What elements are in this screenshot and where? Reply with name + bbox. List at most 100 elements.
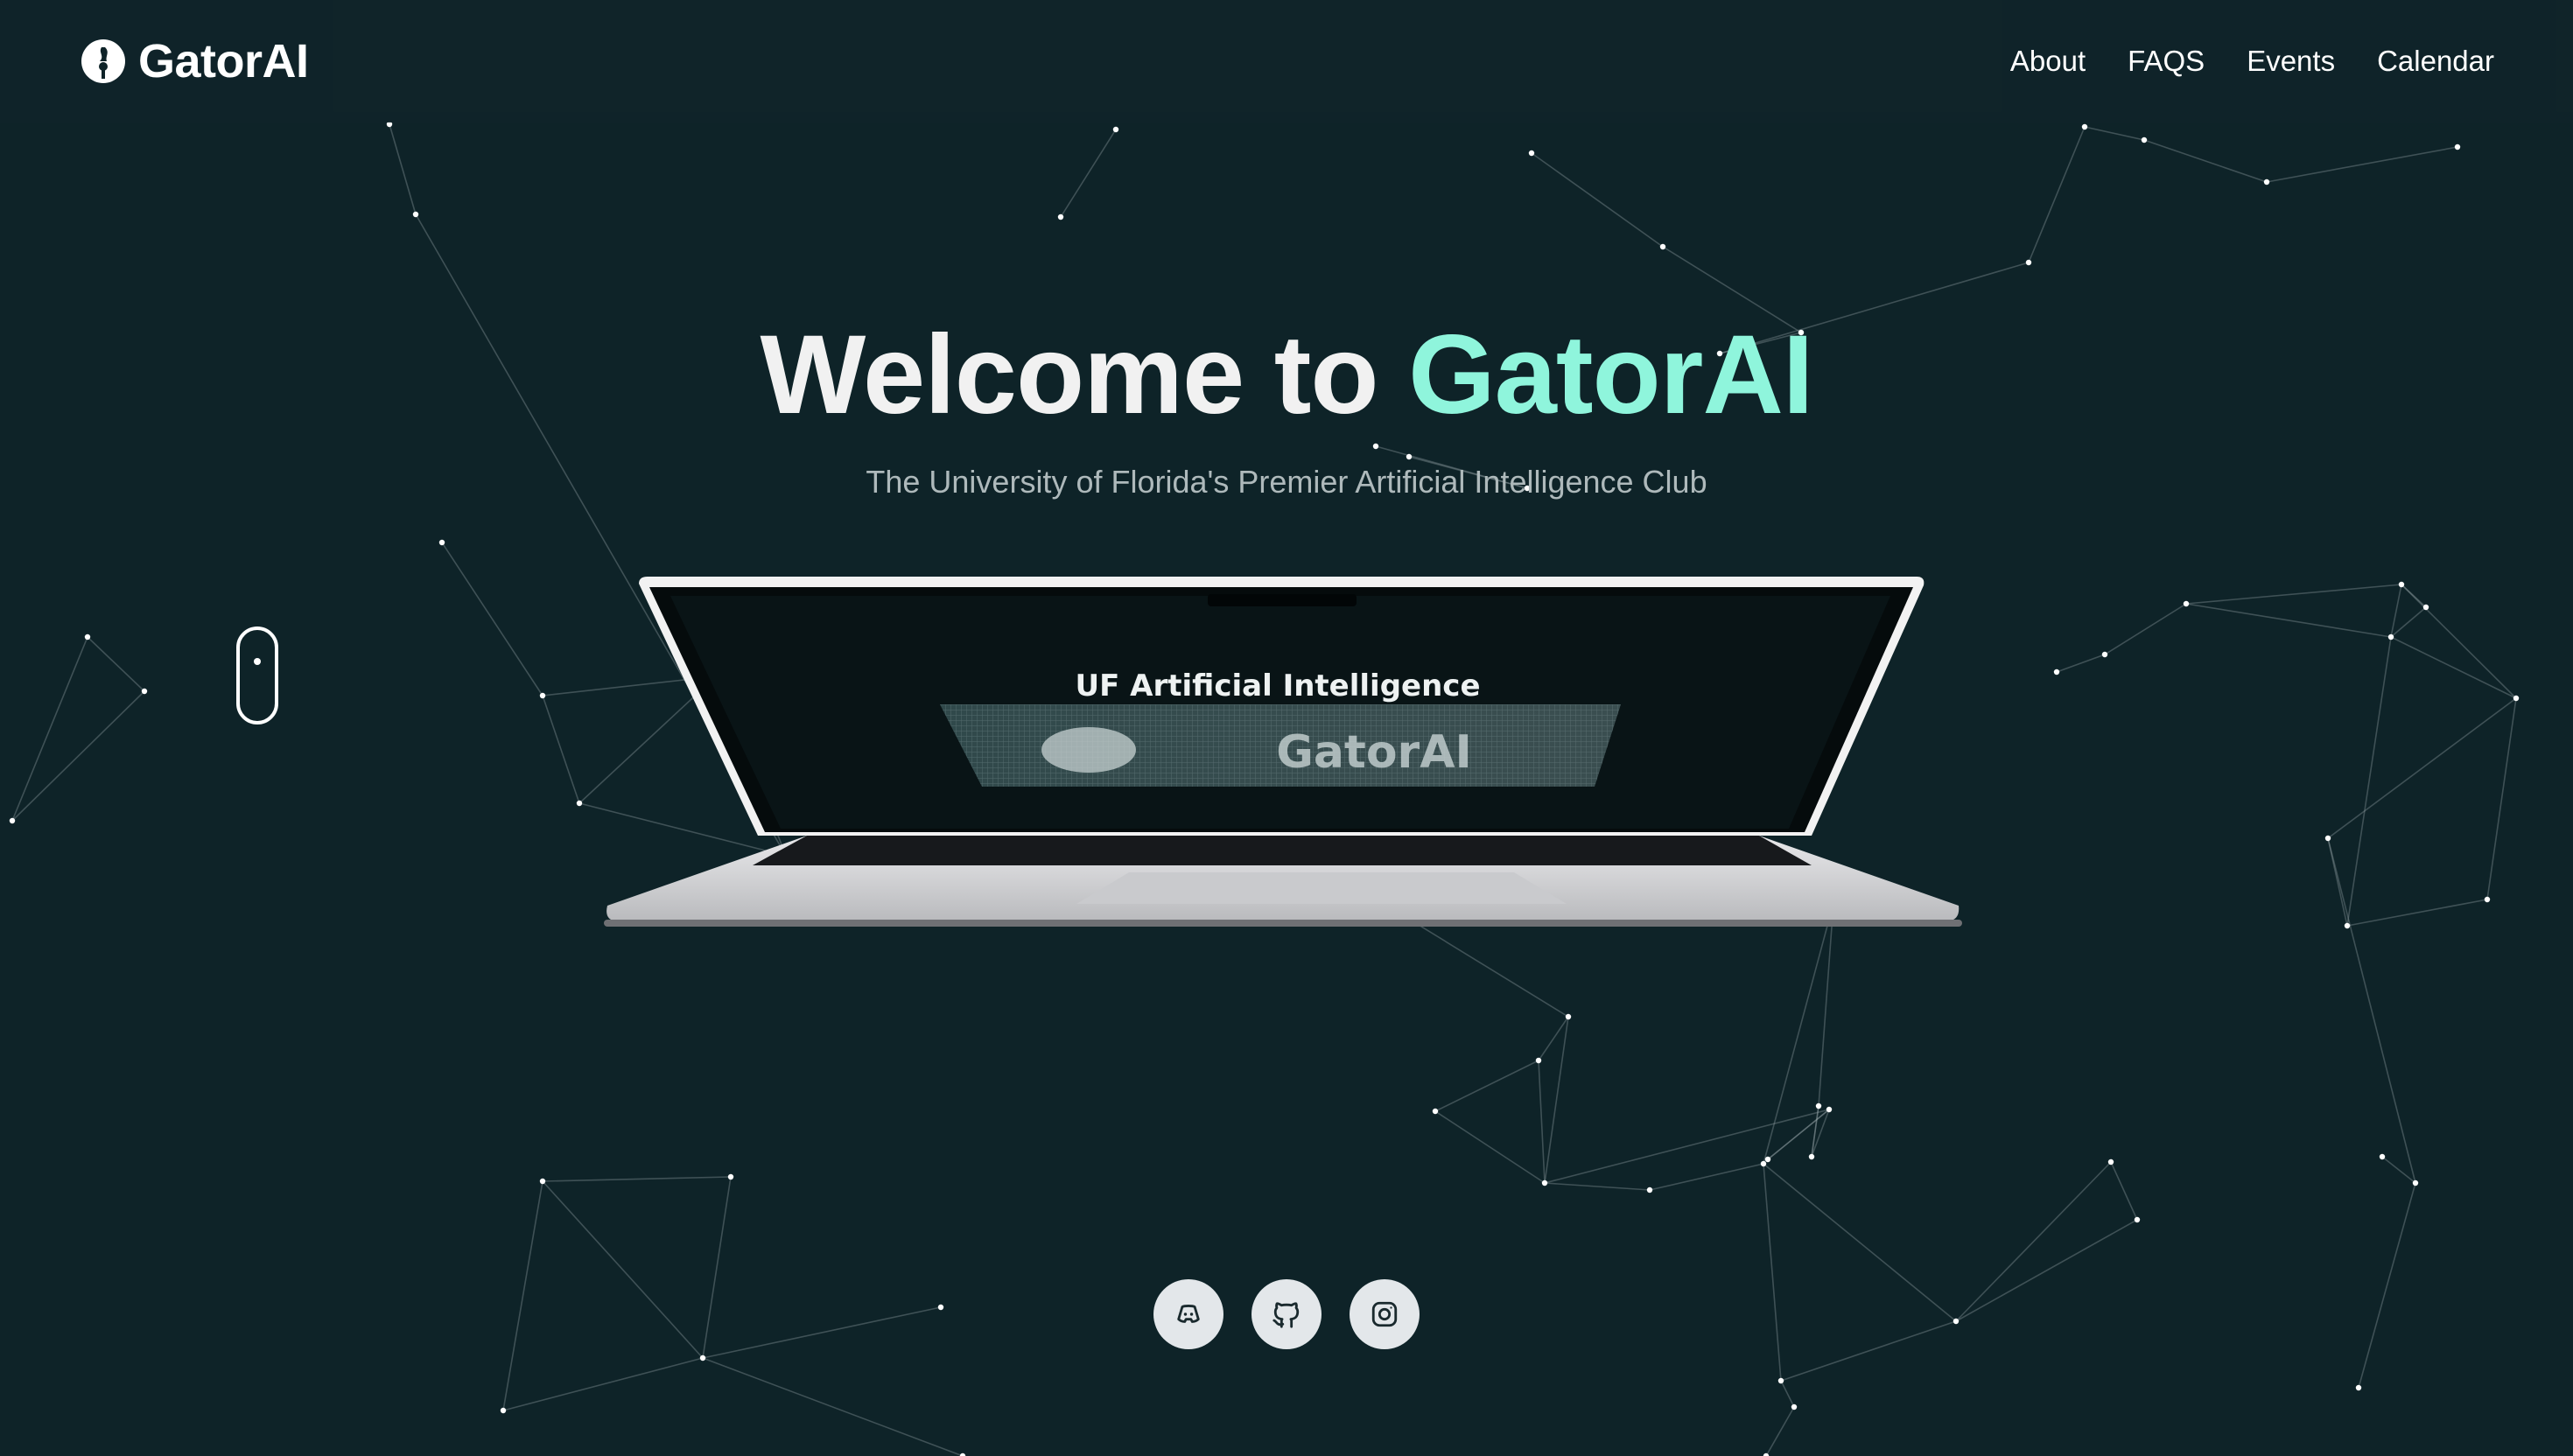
network-link	[1649, 1163, 1764, 1191]
screen-heading: UF Artificial Intelligence	[1075, 668, 1480, 704]
network-link	[1955, 1219, 2138, 1322]
network-node	[2379, 1153, 2386, 1160]
network-node	[2141, 136, 2148, 144]
network-node	[937, 1304, 944, 1311]
network-node	[2454, 144, 2461, 150]
network-node	[576, 800, 583, 807]
network-link	[2110, 1161, 2138, 1221]
network-link	[2056, 654, 2106, 673]
network-link	[702, 1176, 732, 1359]
network-link	[1538, 1060, 1546, 1184]
network-node	[500, 1407, 507, 1414]
network-node	[1777, 1377, 1784, 1384]
network-node	[2081, 123, 2088, 130]
network-node	[2053, 668, 2060, 676]
network-link	[1434, 1060, 1539, 1112]
network-node	[2183, 600, 2190, 607]
network-link	[1780, 1380, 1795, 1408]
network-link	[542, 695, 580, 804]
network-node	[539, 1178, 546, 1185]
network-link	[2390, 636, 2517, 699]
network-node	[1646, 1186, 1653, 1194]
network-node	[1808, 1153, 1815, 1160]
network-link	[2266, 146, 2458, 183]
scroll-indicator[interactable]	[236, 626, 278, 724]
laptop-notch	[1208, 594, 1357, 606]
network-link	[1538, 1016, 1569, 1061]
network-node	[1815, 1102, 1822, 1110]
nav-link-calendar[interactable]: Calendar	[2377, 45, 2494, 78]
network-link	[702, 1357, 964, 1456]
instagram-button[interactable]	[1350, 1279, 1420, 1349]
network-node	[1826, 1106, 1833, 1113]
network-link	[2084, 126, 2145, 141]
network-node	[2422, 604, 2429, 611]
network-node	[2324, 835, 2331, 842]
discord-icon	[1177, 1305, 1200, 1323]
nav-link-about[interactable]: About	[2010, 45, 2086, 78]
network-node	[1764, 1156, 1771, 1163]
network-node	[699, 1354, 706, 1362]
network-link	[1818, 902, 1834, 1107]
network-link	[2185, 584, 2402, 605]
network-node	[1565, 1013, 1572, 1020]
network-node	[539, 692, 546, 699]
hero-title: Welcome to GatorAI	[0, 311, 2573, 439]
top-navbar: GatorAI About FAQS Events Calendar	[0, 0, 2573, 122]
network-node	[2484, 896, 2491, 903]
github-button[interactable]	[1251, 1279, 1322, 1349]
gator-logo-icon	[81, 39, 125, 83]
network-link	[2346, 899, 2488, 927]
network-node	[1057, 214, 1064, 220]
network-node	[141, 688, 148, 695]
network-link	[1434, 1110, 1546, 1184]
network-node	[2101, 651, 2108, 658]
nav-link-faqs[interactable]: FAQS	[2128, 45, 2205, 78]
screen-banner-logo-icon	[1041, 727, 1136, 773]
network-link	[1955, 1161, 2112, 1322]
network-link	[1060, 129, 1117, 218]
network-link	[702, 1306, 942, 1359]
network-node	[1535, 1057, 1542, 1064]
network-node	[2412, 1180, 2419, 1186]
network-link	[2346, 636, 2392, 927]
network-node	[2134, 1216, 2141, 1223]
network-link	[542, 1180, 704, 1359]
network-link	[1765, 1406, 1795, 1456]
network-link	[2327, 697, 2517, 839]
network-link	[1544, 1109, 1830, 1184]
network-link	[1531, 152, 1664, 248]
network-node	[2025, 259, 2032, 266]
network-node	[1791, 1404, 1798, 1410]
github-icon	[1272, 1302, 1300, 1328]
network-node	[1541, 1180, 1548, 1186]
network-link	[2185, 603, 2392, 638]
laptop-trackpad	[1076, 872, 1567, 904]
network-node	[2263, 178, 2270, 186]
brand[interactable]: GatorAI	[81, 34, 309, 88]
nav-link-events[interactable]: Events	[2247, 45, 2335, 78]
network-link	[2327, 837, 2416, 1184]
network-node	[438, 539, 445, 546]
network-link	[11, 636, 88, 822]
discord-button[interactable]	[1153, 1279, 1223, 1349]
network-link	[502, 1180, 543, 1411]
network-node	[2513, 695, 2520, 702]
network-node	[1432, 1108, 1439, 1115]
network-link	[2401, 584, 2517, 699]
network-node	[1760, 1160, 1767, 1167]
network-link	[2486, 697, 2517, 900]
social-links	[1153, 1279, 1420, 1349]
instagram-icon	[1371, 1301, 1398, 1327]
network-link	[1544, 1016, 1569, 1184]
network-link	[1780, 1320, 1957, 1382]
nav-links: About FAQS Events Calendar	[2010, 45, 2494, 78]
network-link	[1544, 1182, 1651, 1191]
hero-subtitle: The University of Florida's Premier Arti…	[866, 464, 1707, 500]
network-node	[1112, 126, 1119, 133]
network-node	[1372, 443, 1379, 450]
scroll-indicator-dot	[254, 658, 261, 665]
brand-name: GatorAI	[138, 35, 309, 88]
network-link	[2143, 139, 2268, 183]
network-link	[542, 1176, 732, 1182]
